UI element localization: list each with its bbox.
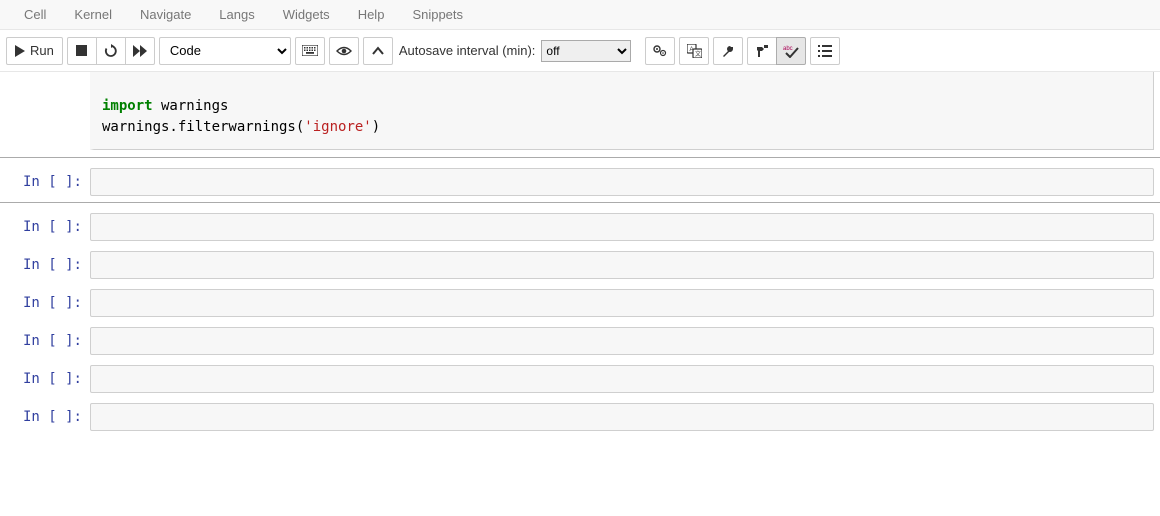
- input-prompt: In [ ]:: [0, 403, 90, 431]
- translate-icon: A文: [687, 44, 702, 58]
- interrupt-button[interactable]: [67, 37, 97, 65]
- cell-type-select[interactable]: Code: [159, 37, 291, 65]
- code-input[interactable]: [90, 403, 1154, 431]
- code-input[interactable]: [90, 365, 1154, 393]
- code-cell[interactable]: In [ ]:: [0, 361, 1160, 397]
- gears-icon: [652, 44, 668, 58]
- menu-help[interactable]: Help: [344, 1, 399, 28]
- code-text: ): [372, 119, 380, 135]
- code-cell[interactable]: In [ ]:: [0, 285, 1160, 321]
- keyword: import: [102, 98, 153, 114]
- menu-widgets[interactable]: Widgets: [269, 1, 344, 28]
- prompt-area: [0, 72, 90, 150]
- nbextensions-config-button[interactable]: [713, 37, 743, 65]
- spellcheck-icon: abc: [783, 44, 799, 58]
- notebook-container: import warnings warnings.filterwarnings(…: [0, 72, 1160, 435]
- restart-icon: [104, 44, 118, 58]
- cell-divider: [0, 202, 1160, 203]
- input-prompt: In [ ]:: [0, 365, 90, 393]
- autosave-label: Autosave interval (min):: [399, 43, 536, 58]
- run-button[interactable]: Run: [6, 37, 63, 65]
- code-cell[interactable]: In [ ]:: [0, 209, 1160, 245]
- list-icon: [818, 45, 832, 57]
- code-cell[interactable]: In [ ]:: [0, 323, 1160, 359]
- string-literal: 'ignore': [304, 119, 371, 135]
- svg-text:文: 文: [695, 50, 701, 58]
- svg-text:abc: abc: [783, 46, 793, 52]
- chevron-up-icon: [372, 46, 384, 56]
- code-input[interactable]: [90, 251, 1154, 279]
- toggle-presentation-button[interactable]: [329, 37, 359, 65]
- code-cell[interactable]: In [ ]:: [0, 164, 1160, 200]
- menu-snippets[interactable]: Snippets: [398, 1, 477, 28]
- input-prompt: In [ ]:: [0, 251, 90, 279]
- spellcheck-button[interactable]: abc: [776, 37, 806, 65]
- toc-button[interactable]: [810, 37, 840, 65]
- menu-cell[interactable]: Cell: [10, 1, 60, 28]
- fast-forward-icon: [133, 45, 147, 57]
- play-icon: [15, 45, 25, 57]
- code-input[interactable]: [90, 168, 1154, 196]
- code-cell[interactable]: import warnings warnings.filterwarnings(…: [0, 72, 1160, 156]
- input-prompt: In [ ]:: [0, 168, 90, 196]
- wrench-icon: [721, 44, 735, 58]
- code-text: warnings: [153, 98, 229, 114]
- code-input[interactable]: [90, 327, 1154, 355]
- stop-icon: [76, 45, 87, 56]
- input-prompt: In [ ]:: [0, 213, 90, 241]
- cell-divider: [0, 157, 1160, 158]
- eye-icon: [336, 45, 352, 57]
- code-input[interactable]: [90, 213, 1154, 241]
- toolbar: Run Code Autosave interval (min): off: [0, 30, 1160, 72]
- menu-kernel[interactable]: Kernel: [60, 1, 126, 28]
- code-input[interactable]: [90, 289, 1154, 317]
- hide-header-button[interactable]: [363, 37, 393, 65]
- translate-button[interactable]: A文: [679, 37, 709, 65]
- hammer-icon: [755, 44, 770, 58]
- menu-navigate[interactable]: Navigate: [126, 1, 205, 28]
- restart-button[interactable]: [96, 37, 126, 65]
- input-prompt: In [ ]:: [0, 289, 90, 317]
- restart-run-all-button[interactable]: [125, 37, 155, 65]
- code-cell[interactable]: In [ ]:: [0, 399, 1160, 435]
- code-cell[interactable]: In [ ]:: [0, 247, 1160, 283]
- command-palette-button[interactable]: [295, 37, 325, 65]
- code-input[interactable]: import warnings warnings.filterwarnings(…: [90, 72, 1154, 150]
- keyboard-icon: [302, 45, 318, 56]
- menubar: Cell Kernel Navigate Langs Widgets Help …: [0, 0, 1160, 30]
- variable-inspector-button[interactable]: [747, 37, 777, 65]
- run-label: Run: [30, 43, 54, 58]
- input-prompt: In [ ]:: [0, 327, 90, 355]
- autosave-select[interactable]: off: [541, 40, 631, 62]
- code-font-button[interactable]: [645, 37, 675, 65]
- code-text: warnings.filterwarnings(: [102, 119, 304, 135]
- menu-langs[interactable]: Langs: [205, 1, 268, 28]
